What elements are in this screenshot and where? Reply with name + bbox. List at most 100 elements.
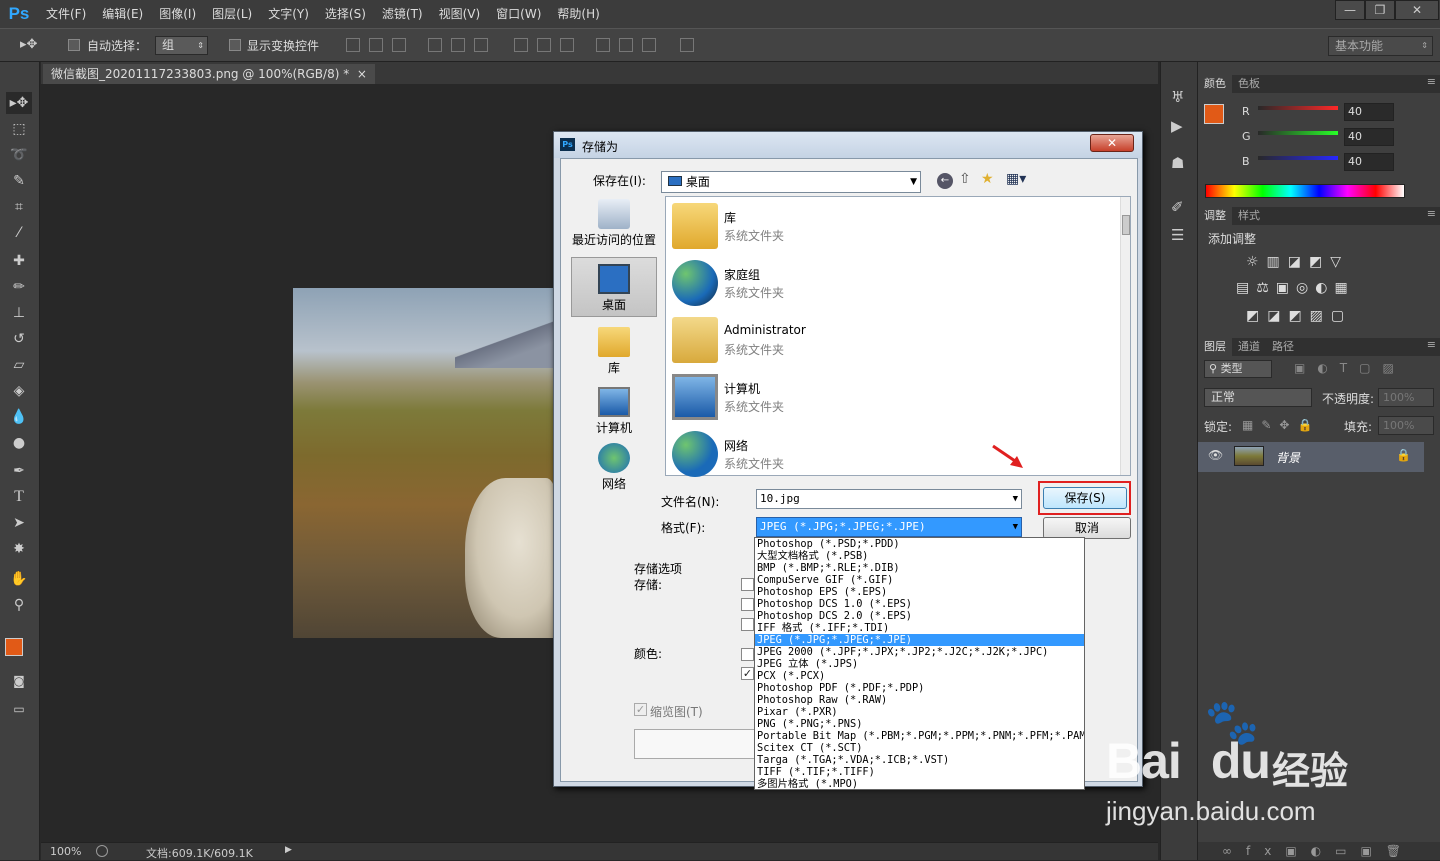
file-list-scrollbar[interactable] [1120, 197, 1130, 475]
format-option[interactable]: Photoshop Raw (*.RAW) [755, 694, 1084, 706]
format-option[interactable]: Pixar (*.PXR) [755, 706, 1084, 718]
lock-icons[interactable]: ▦✎✥🔒 [1242, 418, 1320, 432]
align-vcenter-icon[interactable] [369, 38, 383, 52]
format-option[interactable]: JPEG (*.JPG;*.JPEG;*.JPE) [755, 634, 1084, 646]
layers-bottom-toolbar[interactable]: ∞fx▣◐▭▣🗑 [1198, 842, 1440, 860]
auto-align-icon[interactable] [680, 38, 694, 52]
menu-item[interactable]: 图层(L) [204, 0, 260, 28]
properties-panel-icon[interactable]: ☰ [1171, 226, 1184, 244]
distribute-bottom-icon[interactable] [560, 38, 574, 52]
adjustment-icons-row2[interactable]: ▤⚖▣◎◐▦ [1236, 280, 1355, 296]
save-button[interactable]: 保存(S) [1043, 487, 1127, 509]
status-icon[interactable] [96, 845, 108, 857]
option-checkbox-4[interactable] [741, 648, 754, 661]
option-checkbox-3[interactable] [741, 618, 754, 631]
distribute-hcenter-icon[interactable] [619, 38, 633, 52]
history-brush-tool-icon[interactable]: ↺ [6, 328, 32, 350]
file-item-computer[interactable]: 计算机 系统文件夹 [670, 370, 1110, 426]
menu-item[interactable]: 编辑(E) [94, 0, 151, 28]
option-checkbox-5-checked[interactable]: ✓ [741, 667, 754, 680]
menu-item[interactable]: 窗口(W) [488, 0, 549, 28]
quick-mask-icon[interactable]: ◙ [6, 670, 32, 692]
eyedropper-tool-icon[interactable]: ⁄ [6, 222, 32, 244]
marquee-tool-icon[interactable]: ⬚ [6, 118, 32, 140]
save-in-dropdown[interactable]: 桌面 ▼ [661, 171, 921, 193]
format-dropdown[interactable]: JPEG (*.JPG;*.JPEG;*.JPE) ▼ [756, 517, 1022, 537]
place-desktop[interactable]: 桌面 [571, 257, 657, 317]
clone-stamp-tool-icon[interactable]: ⊥ [6, 302, 32, 324]
format-option[interactable]: Portable Bit Map (*.PBM;*.PGM;*.PPM;*.PN… [755, 730, 1084, 742]
workspace-dropdown[interactable]: 基本功能 ⇕ [1328, 36, 1433, 56]
format-option[interactable]: PCX (*.PCX) [755, 670, 1084, 682]
menu-item[interactable]: 选择(S) [317, 0, 374, 28]
menu-item[interactable]: 图像(I) [151, 0, 204, 28]
status-menu-arrow-icon[interactable]: ▶ [285, 845, 292, 855]
adjustment-icons-row1[interactable]: ☼▥◪◩▽ [1246, 254, 1349, 270]
format-option[interactable]: PNG (*.PNG;*.PNS) [755, 718, 1084, 730]
screen-mode-icon[interactable]: ▭ [6, 698, 32, 720]
b-slider[interactable] [1258, 156, 1338, 160]
distribute-left-icon[interactable] [596, 38, 610, 52]
place-network[interactable]: 网络 [571, 443, 657, 492]
lasso-tool-icon[interactable]: ➰ [6, 144, 32, 166]
panel-menu-icon[interactable]: ≡ [1427, 75, 1436, 88]
format-option[interactable]: CompuServe GIF (*.GIF) [755, 574, 1084, 586]
quick-select-tool-icon[interactable]: ✎ [6, 170, 32, 192]
move-tool-icon[interactable]: ▸✥ [20, 37, 37, 52]
align-left-icon[interactable] [428, 38, 442, 52]
format-option[interactable]: TIFF (*.TIF;*.TIFF) [755, 766, 1084, 778]
back-icon[interactable]: ← [937, 173, 953, 189]
option-checkbox-1[interactable] [741, 578, 754, 591]
layer-filter-icons[interactable]: ▣◐T▢▨ [1294, 361, 1406, 375]
opacity-input[interactable]: 100% [1378, 388, 1434, 407]
format-option[interactable]: JPEG 立体 (*.JPS) [755, 658, 1084, 670]
new-folder-icon[interactable]: ★ [981, 171, 994, 187]
tab-styles[interactable]: 样式 [1232, 207, 1266, 225]
menu-item[interactable]: 滤镜(T) [374, 0, 431, 28]
minimize-button[interactable]: — [1335, 0, 1365, 20]
auto-select-checkbox[interactable] [68, 39, 80, 54]
tab-channels[interactable]: 通道 [1232, 338, 1266, 356]
fill-input[interactable]: 100% [1378, 416, 1434, 435]
g-slider[interactable] [1258, 131, 1338, 135]
blend-mode-dropdown[interactable]: 正常 [1204, 388, 1312, 407]
adjustment-icons-row3[interactable]: ◩◪◩▨▢ [1246, 308, 1352, 324]
file-item-network[interactable]: 网络 系统文件夹 [670, 427, 1110, 483]
layer-filter-dropdown[interactable]: ⚲ 类型 [1204, 360, 1272, 378]
place-library[interactable]: 库 [571, 327, 657, 376]
menu-item[interactable]: 文字(Y) [260, 0, 317, 28]
format-option[interactable]: BMP (*.BMP;*.RLE;*.DIB) [755, 562, 1084, 574]
filename-input[interactable]: 10.jpg ▼ [756, 489, 1022, 509]
layer-visibility-eye-icon[interactable]: 👁 [1208, 448, 1223, 462]
format-option[interactable]: Photoshop PDF (*.PDF;*.PDP) [755, 682, 1084, 694]
tab-adjustments[interactable]: 调整 [1198, 207, 1232, 225]
paint-bucket-tool-icon[interactable]: ◈ [6, 380, 32, 402]
brush-panel-icon[interactable]: ✐ [1171, 198, 1184, 216]
format-options-list[interactable]: Photoshop (*.PSD;*.PDD) 大型文档格式 (*.PSB) BMP… [754, 537, 1085, 790]
history-panel-icon[interactable]: ♅ [1171, 88, 1184, 106]
panel-menu-icon[interactable]: ≡ [1427, 207, 1436, 220]
align-bottom-icon[interactable] [392, 38, 406, 52]
type-tool-icon[interactable]: T [6, 486, 32, 508]
format-option[interactable]: Targa (*.TGA;*.VDA;*.ICB;*.VST) [755, 754, 1084, 766]
format-option[interactable]: Photoshop EPS (*.EPS) [755, 586, 1084, 598]
actions-panel-icon[interactable]: ▶ [1171, 117, 1183, 135]
file-item-administrator[interactable]: Administrator 系统文件夹 [670, 313, 1110, 369]
blur-tool-icon[interactable]: 💧 [6, 406, 32, 428]
layer-name[interactable]: 背景 [1276, 449, 1300, 466]
format-option[interactable]: JPEG 2000 (*.JPF;*.JPX;*.JP2;*.J2C;*.J2K… [755, 646, 1084, 658]
cancel-button[interactable]: 取消 [1043, 517, 1131, 539]
layer-row-background[interactable]: 👁 背景 🔒 [1198, 442, 1424, 472]
color-spectrum-bar[interactable] [1205, 184, 1405, 198]
eraser-tool-icon[interactable]: ▱ [6, 354, 32, 376]
place-computer[interactable]: 计算机 [571, 387, 657, 436]
close-window-button[interactable]: ✕ [1395, 0, 1439, 20]
align-hcenter-icon[interactable] [451, 38, 465, 52]
format-option[interactable]: 多图片格式 (*.MPO) [755, 778, 1084, 790]
foreground-color-swatch[interactable] [1204, 104, 1224, 124]
crop-tool-icon[interactable]: ⌗ [6, 196, 32, 218]
menu-item[interactable]: 帮助(H) [549, 0, 607, 28]
auto-select-dropdown[interactable]: 组 ⇕ [155, 36, 208, 55]
dialog-close-button[interactable]: ✕ [1090, 134, 1134, 152]
distribute-vcenter-icon[interactable] [537, 38, 551, 52]
